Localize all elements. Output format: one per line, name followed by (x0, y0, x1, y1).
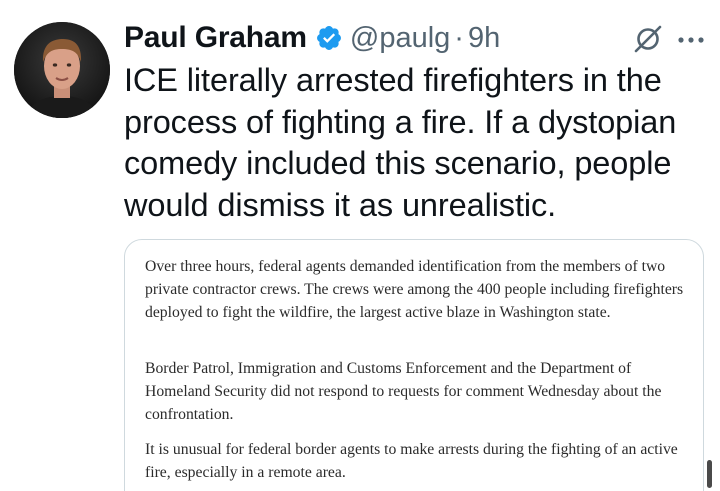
timestamp[interactable]: 9h (468, 22, 500, 55)
tweet-text: ICE literally arrested firefighters in t… (124, 62, 677, 223)
avatar[interactable] (14, 22, 110, 118)
quoted-image-card[interactable]: Over three hours, federal agents demande… (124, 239, 704, 491)
quote-paragraph: Border Patrol, Immigration and Customs E… (145, 360, 662, 423)
author-name[interactable]: Paul Graham (124, 21, 307, 55)
grok-icon[interactable] (633, 24, 663, 54)
profile-photo (14, 22, 110, 118)
separator-dot: · (454, 21, 464, 54)
quote-paragraph: It is unusual for federal border agents … (145, 441, 678, 481)
scrollbar[interactable] (707, 460, 712, 488)
tweet-header: Paul Graham @paulg · 9h (124, 16, 500, 60)
verified-badge-icon (315, 24, 343, 52)
quote-paragraph: Over three hours, federal agents demande… (145, 258, 684, 321)
author-handle[interactable]: @paulg (350, 22, 450, 55)
more-options-icon[interactable] (676, 33, 706, 45)
